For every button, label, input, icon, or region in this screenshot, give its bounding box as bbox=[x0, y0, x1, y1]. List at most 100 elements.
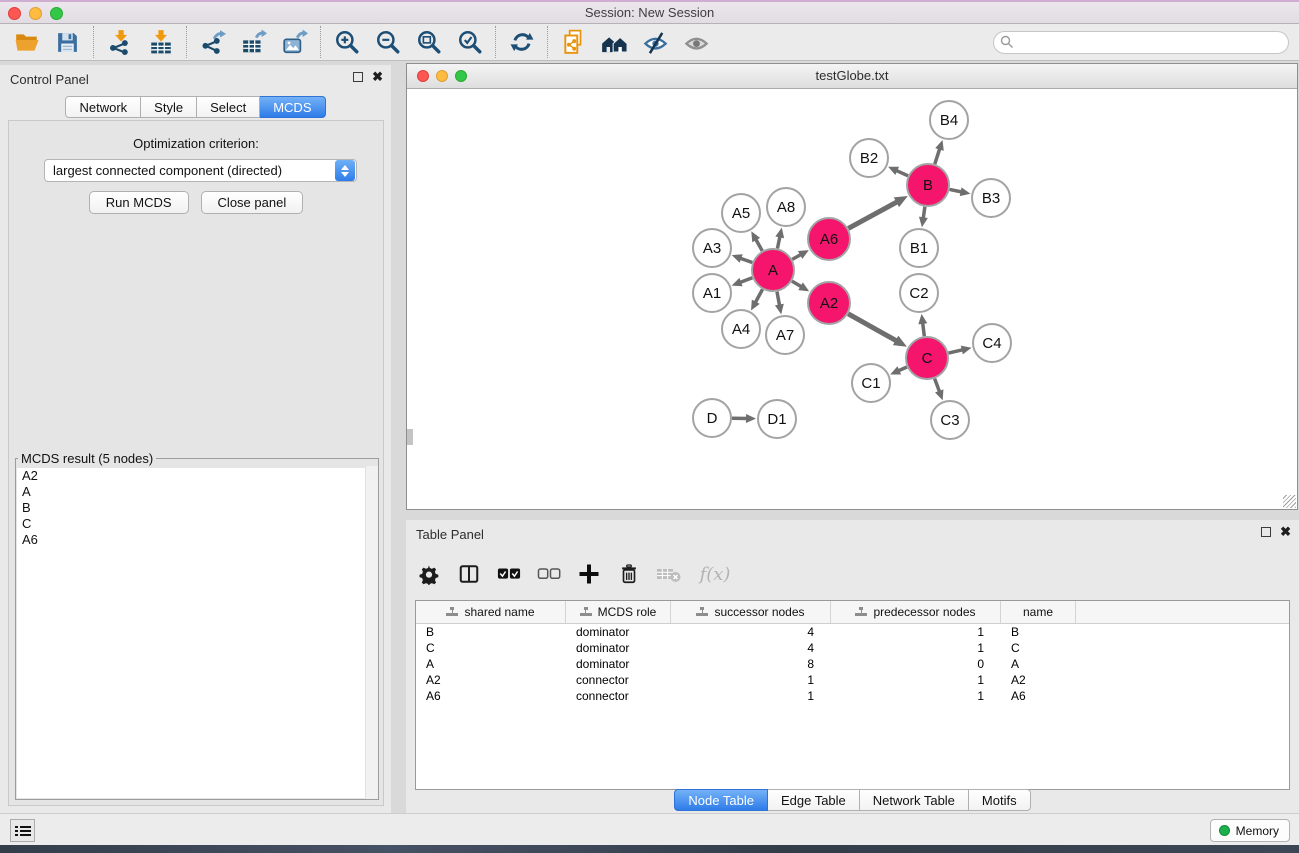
tab-network-table[interactable]: Network Table bbox=[860, 789, 969, 811]
clone-network-button[interactable] bbox=[553, 25, 594, 59]
tab-motifs[interactable]: Motifs bbox=[969, 789, 1031, 811]
table-cell[interactable]: 1 bbox=[831, 640, 1001, 656]
open-file-button[interactable] bbox=[6, 25, 47, 59]
table-cell[interactable]: 1 bbox=[831, 624, 1001, 640]
table-cell[interactable]: 4 bbox=[671, 624, 831, 640]
edge-A2-C[interactable] bbox=[848, 314, 897, 342]
network-vertical-scrollbar[interactable] bbox=[407, 429, 413, 445]
table-cell[interactable]: dominator bbox=[566, 624, 671, 640]
edge-A-A1[interactable] bbox=[739, 278, 752, 283]
mcds-result-item[interactable]: C bbox=[17, 516, 377, 532]
mcds-result-item[interactable]: A6 bbox=[17, 532, 377, 548]
table-cell[interactable]: 0 bbox=[831, 656, 1001, 672]
zoom-fit-button[interactable] bbox=[408, 25, 449, 59]
maximize-window-button[interactable] bbox=[50, 7, 63, 20]
network-canvas[interactable]: AA1A2A3A4A5A6A7A8BB1B2B3B4CC1C2C3C4DD1 bbox=[407, 89, 1297, 509]
float-panel-icon[interactable] bbox=[353, 72, 363, 82]
export-network-button[interactable] bbox=[192, 25, 233, 59]
close-panel-icon[interactable]: ✖ bbox=[1280, 527, 1291, 537]
table-cell[interactable]: 1 bbox=[831, 672, 1001, 688]
delete-table-button[interactable] bbox=[656, 561, 682, 587]
zoom-out-button[interactable] bbox=[367, 25, 408, 59]
tab-style[interactable]: Style bbox=[141, 96, 197, 118]
mcds-result-item[interactable]: A bbox=[17, 484, 377, 500]
table-cell[interactable]: C bbox=[1001, 640, 1076, 656]
save-session-button[interactable] bbox=[47, 25, 88, 59]
column-header-successor-nodes[interactable]: successor nodes bbox=[671, 601, 831, 623]
table-gear-button[interactable] bbox=[416, 561, 442, 587]
edge-A6-B[interactable] bbox=[848, 201, 898, 228]
home-browser-button[interactable] bbox=[594, 25, 635, 59]
mcds-result-item[interactable]: B bbox=[17, 500, 377, 516]
optimization-criterion-select[interactable]: largest connected component (directed) bbox=[44, 159, 357, 182]
table-cell[interactable]: A6 bbox=[416, 688, 566, 704]
mcds-result-list[interactable]: A2ABCA6 bbox=[17, 468, 377, 798]
table-cell[interactable]: dominator bbox=[566, 640, 671, 656]
memory-button[interactable]: Memory bbox=[1210, 819, 1290, 842]
close-window-button[interactable] bbox=[8, 7, 21, 20]
select-all-button[interactable] bbox=[496, 561, 522, 587]
export-table-button[interactable] bbox=[233, 25, 274, 59]
function-builder-button[interactable]: f(x) bbox=[696, 561, 734, 587]
tab-network[interactable]: Network bbox=[65, 96, 141, 118]
edge-A-A3[interactable] bbox=[739, 258, 752, 263]
table-cell[interactable]: dominator bbox=[566, 656, 671, 672]
edge-A-A4[interactable] bbox=[755, 289, 763, 303]
tab-select[interactable]: Select bbox=[197, 96, 260, 118]
column-header-MCDS-role[interactable]: MCDS role bbox=[566, 601, 671, 623]
network-window-titlebar[interactable]: testGlobe.txt bbox=[407, 64, 1297, 89]
table-row[interactable]: Cdominator41C bbox=[416, 640, 1289, 656]
column-header-predecessor-nodes[interactable]: predecessor nodes bbox=[831, 601, 1001, 623]
column-header-shared-name[interactable]: shared name bbox=[416, 601, 566, 623]
column-header-name[interactable]: name bbox=[1001, 601, 1076, 623]
table-cell[interactable]: 1 bbox=[671, 688, 831, 704]
edge-B-B4[interactable] bbox=[935, 148, 940, 164]
float-panel-icon[interactable] bbox=[1261, 527, 1271, 537]
network-close-button[interactable] bbox=[417, 70, 429, 82]
table-cell[interactable]: connector bbox=[566, 672, 671, 688]
zoom-in-button[interactable] bbox=[326, 25, 367, 59]
import-network-button[interactable] bbox=[99, 25, 140, 59]
close-panel-button[interactable]: Close panel bbox=[201, 191, 304, 214]
zoom-selected-button[interactable] bbox=[449, 25, 490, 59]
edge-A-A7[interactable] bbox=[777, 292, 780, 307]
mcds-list-scrollbar[interactable] bbox=[365, 466, 378, 799]
mcds-result-item[interactable]: A2 bbox=[17, 468, 377, 484]
table-cell[interactable]: connector bbox=[566, 688, 671, 704]
edge-C-C2[interactable] bbox=[923, 322, 925, 336]
network-minimize-button[interactable] bbox=[436, 70, 448, 82]
search-input[interactable] bbox=[993, 31, 1289, 54]
network-maximize-button[interactable] bbox=[455, 70, 467, 82]
tab-node-table[interactable]: Node Table bbox=[674, 789, 768, 811]
table-cell[interactable]: A bbox=[1001, 656, 1076, 672]
table-row[interactable]: Adominator80A bbox=[416, 656, 1289, 672]
table-cell[interactable]: 8 bbox=[671, 656, 831, 672]
tab-mcds[interactable]: MCDS bbox=[260, 96, 325, 118]
table-cell[interactable]: 4 bbox=[671, 640, 831, 656]
table-cell[interactable]: A2 bbox=[1001, 672, 1076, 688]
edge-C-C3[interactable] bbox=[935, 379, 940, 393]
table-cell[interactable]: A2 bbox=[416, 672, 566, 688]
table-row[interactable]: Bdominator41B bbox=[416, 624, 1289, 640]
import-table-button[interactable] bbox=[140, 25, 181, 59]
edge-A-A5[interactable] bbox=[755, 238, 762, 251]
run-mcds-button[interactable]: Run MCDS bbox=[89, 191, 189, 214]
show-column-panel-button[interactable] bbox=[456, 561, 482, 587]
tab-edge-table[interactable]: Edge Table bbox=[768, 789, 860, 811]
table-cell[interactable]: 1 bbox=[831, 688, 1001, 704]
refresh-button[interactable] bbox=[501, 25, 542, 59]
edge-C-C4[interactable] bbox=[948, 350, 963, 354]
table-cell[interactable]: C bbox=[416, 640, 566, 656]
add-row-button[interactable] bbox=[576, 561, 602, 587]
table-cell[interactable]: B bbox=[1001, 624, 1076, 640]
show-graphics-details-button[interactable] bbox=[676, 25, 717, 59]
edge-B-B2[interactable] bbox=[895, 170, 908, 176]
table-cell[interactable]: A bbox=[416, 656, 566, 672]
table-cell[interactable]: B bbox=[416, 624, 566, 640]
hide-graphics-details-button[interactable] bbox=[635, 25, 676, 59]
table-cell[interactable]: 1 bbox=[671, 672, 831, 688]
task-history-button[interactable] bbox=[10, 819, 35, 842]
table-row[interactable]: A6connector11A6 bbox=[416, 688, 1289, 704]
deselect-all-button[interactable] bbox=[536, 561, 562, 587]
close-panel-icon[interactable]: ✖ bbox=[372, 72, 383, 82]
